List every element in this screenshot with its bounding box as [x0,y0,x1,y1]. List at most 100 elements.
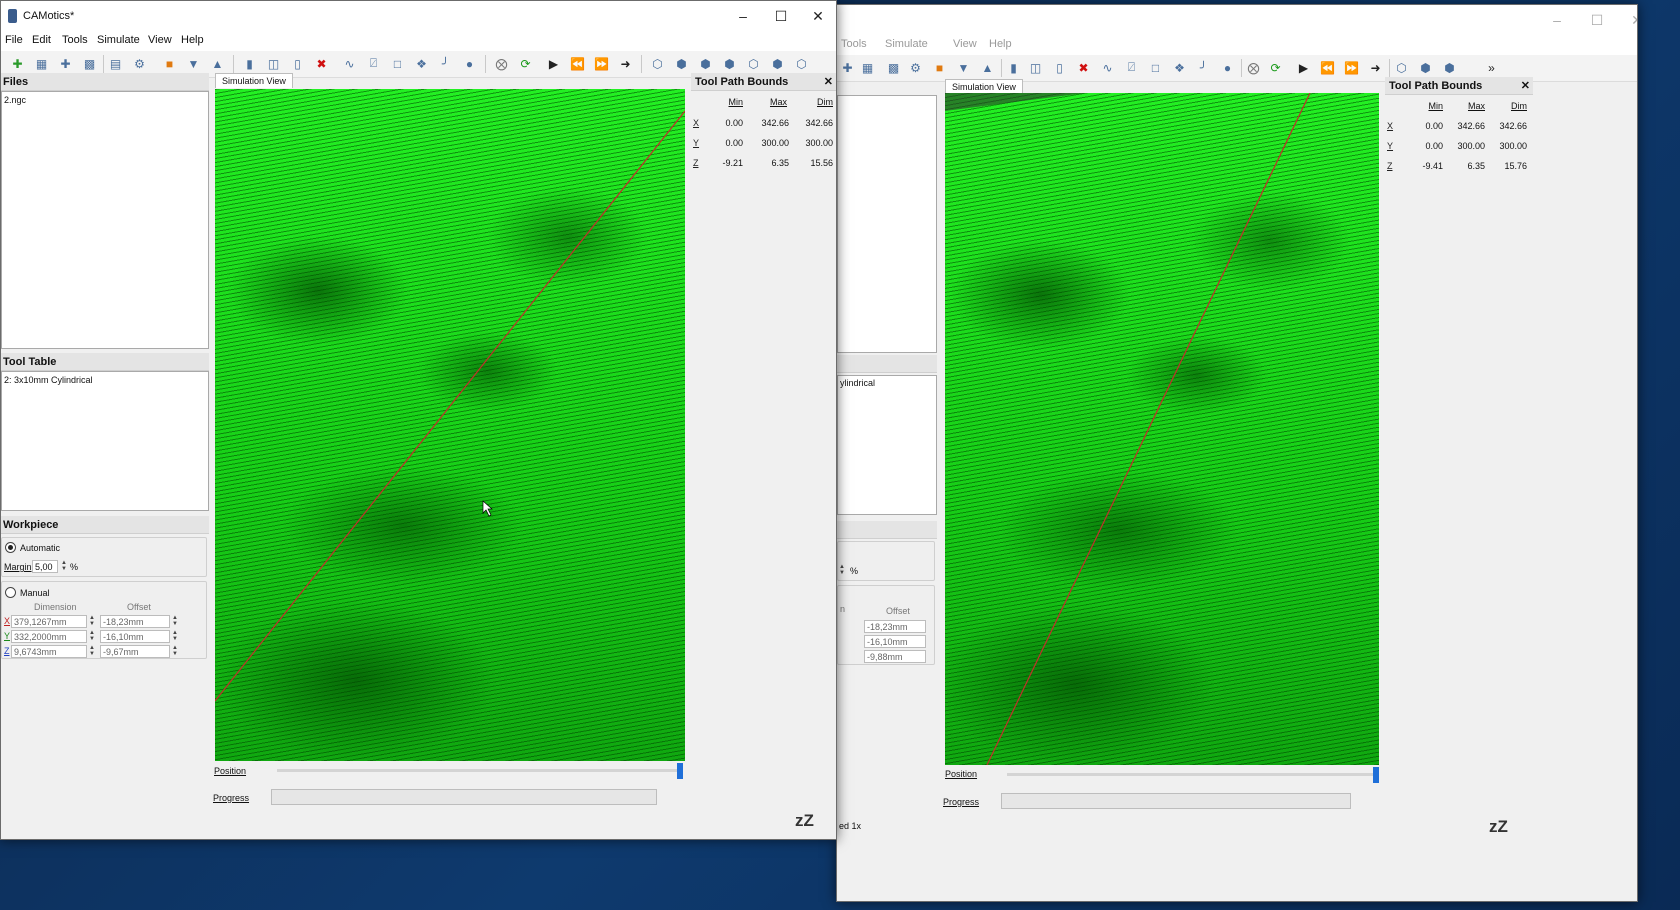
view-tool-icon[interactable]: ❖ [413,55,430,72]
top-view-icon[interactable]: ⬢ [1441,59,1458,76]
view-ruler-icon[interactable]: ⍁ [1123,59,1140,76]
play-icon[interactable]: ▶ [1295,59,1312,76]
view-surface-icon[interactable]: ▯ [1051,59,1068,76]
view-path-icon[interactable]: ∿ [1099,59,1116,76]
offset-z-spinner-icon[interactable]: ▲ ▼ [171,645,179,658]
stop-icon[interactable]: ⨂ [493,55,510,72]
close-bounds-icon[interactable]: ✕ [1521,77,1530,95]
margin-spinner-icon[interactable]: ▲ ▼ [60,560,68,573]
view-hide-icon[interactable]: ✖ [313,55,330,72]
offset-z-field[interactable]: -9,67mm [100,645,170,658]
settings-icon[interactable]: ⚙ [907,59,924,76]
view-tool-icon[interactable]: ❖ [1171,59,1188,76]
view-ruler-icon[interactable]: ⍁ [365,55,382,72]
offset-y-spinner-icon[interactable]: ▲ ▼ [171,630,179,643]
stop-icon[interactable]: ⨂ [1245,59,1262,76]
position-slider-handle[interactable] [677,763,683,779]
toolbar-overflow-icon[interactable]: » [1483,59,1500,76]
view-bbox-icon[interactable]: □ [1147,59,1164,76]
dimension-x-field[interactable]: 379,1267mm [11,615,87,628]
tool-table-list[interactable]: ylindrical [837,375,937,515]
view-axes-icon[interactable]: ◫ [1027,59,1044,76]
menu-simulate[interactable]: Simulate [97,34,140,46]
export-icon[interactable]: ▤ [107,55,124,72]
tab-simulation-view[interactable]: Simulation View [215,73,293,88]
view-axes-icon[interactable]: ◫ [265,55,282,72]
offset-x-spinner-icon[interactable]: ▲ ▼ [171,615,179,628]
position-slider[interactable] [277,769,677,772]
dimension-x-spinner-icon[interactable]: ▲ ▼ [88,615,96,628]
right-view-icon[interactable]: ⬡ [745,55,762,72]
step-icon[interactable]: ➜ [1367,59,1384,76]
rewind-icon[interactable]: ⏪ [1319,59,1336,76]
menu-view[interactable]: View [953,38,977,50]
tab-simulation-view[interactable]: Simulation View [945,79,1023,94]
top-view-icon[interactable]: ⬢ [697,55,714,72]
open-file-icon[interactable]: ▦ [33,55,50,72]
position-slider[interactable] [1007,773,1373,776]
view-layer-icon[interactable]: ▮ [1005,59,1022,76]
view-bbox-icon[interactable]: □ [389,55,406,72]
dimension-z-spinner-icon[interactable]: ▲ ▼ [88,645,96,658]
menu-file[interactable]: File [5,34,23,46]
save-icon[interactable]: ▦ [859,59,876,76]
automatic-radio[interactable] [5,542,16,553]
maximize-button[interactable]: ☐ [1577,5,1617,35]
view-bit-icon[interactable]: ● [461,55,478,72]
iso-view-icon[interactable]: ⬡ [1393,59,1410,76]
cut-icon[interactable]: ■ [931,59,948,76]
tool-icon[interactable]: ▲ [979,59,996,76]
minimize-button[interactable]: – [723,1,763,31]
view-surface-icon[interactable]: ▯ [289,55,306,72]
close-bounds-icon[interactable]: ✕ [824,73,833,91]
back-view-icon[interactable]: ⬢ [769,55,786,72]
iso-view-icon[interactable]: ⬡ [649,55,666,72]
view-path-icon[interactable]: ∿ [341,55,358,72]
menu-simulate[interactable]: Simulate [885,38,928,50]
view-bit-icon[interactable]: ● [1219,59,1236,76]
front-view-icon[interactable]: ⬢ [673,55,690,72]
rewind-icon[interactable]: ⏪ [569,55,586,72]
add-file-icon[interactable]: ✚ [839,59,856,76]
margin-field[interactable]: 5,00 [32,560,58,573]
menu-view[interactable]: View [148,34,172,46]
export-icon[interactable]: ▩ [885,59,902,76]
tool-table-list[interactable]: 2: 3x10mm Cylindrical [1,371,209,511]
play-icon[interactable]: ▶ [545,55,562,72]
simulation-viewport[interactable] [945,93,1379,765]
manual-radio[interactable] [5,587,16,598]
settings-icon[interactable]: ⚙ [131,55,148,72]
close-button[interactable]: ✕ [798,1,836,31]
view-mill-icon[interactable]: ╯ [437,55,454,72]
menu-help[interactable]: Help [181,34,204,46]
view-hide-icon[interactable]: ✖ [1075,59,1092,76]
shield-icon[interactable]: ▼ [185,55,202,72]
minimize-button[interactable]: – [1537,5,1577,35]
position-slider-handle[interactable] [1373,767,1379,783]
view-layer-icon[interactable]: ▮ [241,55,258,72]
front-view-icon[interactable]: ⬢ [1417,59,1434,76]
cut-icon[interactable]: ■ [161,55,178,72]
reload-icon[interactable]: ⟳ [1267,59,1284,76]
offset-x-field[interactable]: -18,23mm [100,615,170,628]
new-file-icon[interactable]: ✚ [9,55,26,72]
menu-tools[interactable]: Tools [841,38,867,50]
left-view-icon[interactable]: ⬢ [721,55,738,72]
dimension-y-field[interactable]: 332,2000mm [11,630,87,643]
reload-icon[interactable]: ⟳ [517,55,534,72]
tool-icon[interactable]: ▲ [209,55,226,72]
offset-x-field[interactable]: -18,23mm [864,620,926,633]
margin-spinner-icon[interactable]: ▲ ▼ [838,564,846,577]
offset-z-field[interactable]: -9,88mm [864,650,926,663]
offset-y-field[interactable]: -16,10mm [864,635,926,648]
menu-edit[interactable]: Edit [32,34,51,46]
files-list[interactable] [837,95,937,353]
tool-item[interactable]: 2: 3x10mm Cylindrical [4,375,93,385]
bottom-view-icon[interactable]: ⬡ [793,55,810,72]
dimension-z-field[interactable]: 9,6743mm [11,645,87,658]
dimension-y-spinner-icon[interactable]: ▲ ▼ [88,630,96,643]
fast-forward-icon[interactable]: ⏩ [593,55,610,72]
add-file-icon[interactable]: ✚ [57,55,74,72]
file-item[interactable]: 2.ngc [4,95,26,105]
save-icon[interactable]: ▩ [81,55,98,72]
